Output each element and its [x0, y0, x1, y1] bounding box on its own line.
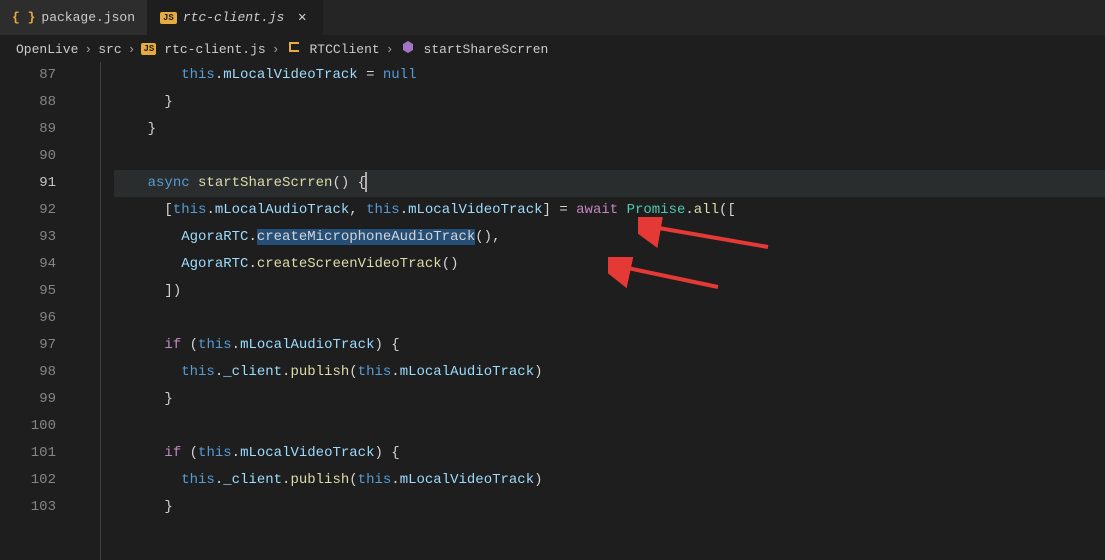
breadcrumb: OpenLive › src › JS rtc-client.js › RTCC…	[0, 36, 1105, 62]
code-line[interactable]: this.mLocalVideoTrack = null	[114, 62, 1105, 89]
line-number[interactable]: 91	[0, 170, 56, 197]
tab-label: package.json	[41, 10, 135, 25]
close-icon[interactable]: ✕	[294, 10, 310, 26]
code-line[interactable]: this._client.publish(this.mLocalAudioTra…	[114, 359, 1105, 386]
code-line[interactable]: [this.mLocalAudioTrack, this.mLocalVideo…	[114, 197, 1105, 224]
line-number[interactable]: 87	[0, 62, 56, 89]
code-line[interactable]: AgoraRTC.createMicrophoneAudioTrack(),	[114, 224, 1105, 251]
gutter: 87 88 89 90 91 92 93 94 95 96 97 98 99 1…	[0, 62, 78, 560]
code-line[interactable]: if (this.mLocalAudioTrack) {	[114, 332, 1105, 359]
line-number[interactable]: 100	[0, 413, 56, 440]
breadcrumb-item[interactable]: OpenLive	[16, 42, 78, 57]
cursor	[365, 172, 367, 192]
code-line[interactable]: this._client.publish(this.mLocalVideoTra…	[114, 467, 1105, 494]
line-number[interactable]: 89	[0, 116, 56, 143]
line-number[interactable]: 90	[0, 143, 56, 170]
line-number[interactable]: 94	[0, 251, 56, 278]
breadcrumb-item[interactable]: src	[98, 42, 121, 57]
code-line[interactable]: }	[114, 89, 1105, 116]
line-number[interactable]: 103	[0, 494, 56, 521]
line-number[interactable]: 102	[0, 467, 56, 494]
breadcrumb-item[interactable]: startShareScrren	[424, 42, 549, 57]
class-icon	[286, 39, 302, 59]
line-number[interactable]: 93	[0, 224, 56, 251]
line-number[interactable]: 99	[0, 386, 56, 413]
line-number[interactable]: 98	[0, 359, 56, 386]
code-line[interactable]	[114, 305, 1105, 332]
editor: 87 88 89 90 91 92 93 94 95 96 97 98 99 1…	[0, 62, 1105, 560]
code-area[interactable]: this.mLocalVideoTrack = null } } async s…	[78, 62, 1105, 560]
code-line[interactable]: AgoraRTC.createScreenVideoTrack()	[114, 251, 1105, 278]
chevron-icon: ›	[386, 42, 394, 57]
code-line[interactable]	[114, 143, 1105, 170]
tab-rtc-client[interactable]: JS rtc-client.js ✕	[148, 0, 323, 35]
line-number[interactable]: 96	[0, 305, 56, 332]
line-number[interactable]: 92	[0, 197, 56, 224]
code-line[interactable]: if (this.mLocalVideoTrack) {	[114, 440, 1105, 467]
breadcrumb-item[interactable]: RTCClient	[310, 42, 380, 57]
code-line[interactable]: }	[114, 386, 1105, 413]
line-number[interactable]: 101	[0, 440, 56, 467]
json-icon: { }	[12, 10, 35, 25]
tab-label: rtc-client.js	[183, 10, 284, 25]
line-number[interactable]: 88	[0, 89, 56, 116]
chevron-icon: ›	[128, 42, 136, 57]
chevron-icon: ›	[272, 42, 280, 57]
line-number[interactable]: 95	[0, 278, 56, 305]
code-line[interactable]: }	[114, 494, 1105, 521]
tabs-bar: { } package.json JS rtc-client.js ✕	[0, 0, 1105, 36]
line-number[interactable]: 97	[0, 332, 56, 359]
code-line[interactable]	[114, 413, 1105, 440]
js-icon: JS	[141, 43, 156, 55]
js-icon: JS	[160, 12, 177, 24]
code-line[interactable]: ])	[114, 278, 1105, 305]
breadcrumb-item[interactable]: rtc-client.js	[164, 42, 265, 57]
chevron-icon: ›	[84, 42, 92, 57]
code-line[interactable]: }	[114, 116, 1105, 143]
tab-package-json[interactable]: { } package.json	[0, 0, 148, 35]
code-line[interactable]: async startShareScrren() {	[114, 170, 1105, 197]
selected-text: createMicrophoneAudioTrack	[257, 229, 475, 245]
method-icon	[400, 39, 416, 59]
